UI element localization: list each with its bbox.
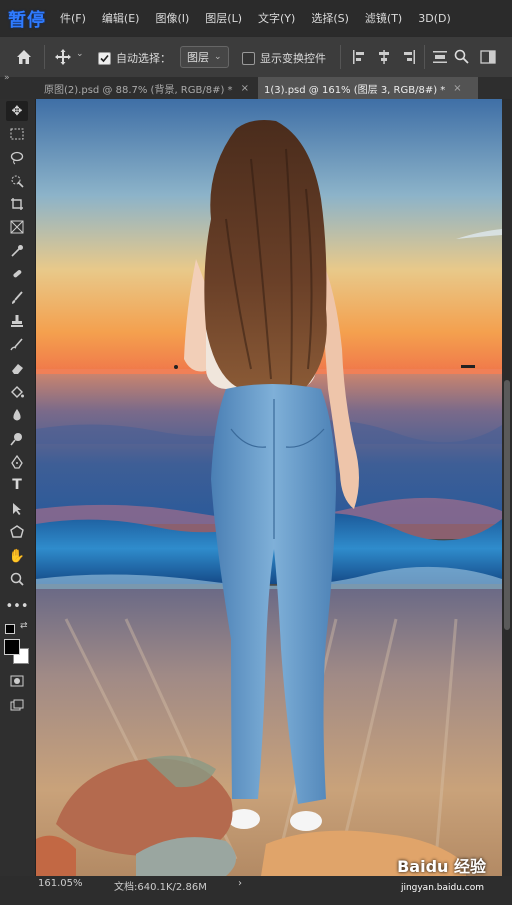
show-transform-option[interactable]: 显示变换控件 [242,50,326,66]
healing-brush-tool-icon[interactable] [6,264,28,284]
photo-image [36,99,502,876]
eraser-tool-icon[interactable] [6,358,28,378]
tab-document-original[interactable]: 原图(2).psd @ 88.7% (背景, RGB/8#) * × [38,77,262,99]
options-bar: ⌄ 自动选择： 图层 ⌄ 显示变换控件 [0,36,512,78]
layer-select-dropdown[interactable]: 图层 ⌄ [180,46,229,68]
home-icon[interactable] [14,47,34,67]
menu-filter[interactable]: 滤镜(T) [357,10,410,26]
menu-layer[interactable]: 图层(L) [197,10,250,26]
menu-3d[interactable]: 3D(D) [410,12,459,25]
more-tools-icon[interactable]: ••• [6,596,29,616]
chevron-down-icon: ⌄ [214,52,222,62]
tools-panel: ✥ T ✋ ••• ⇄ [0,99,36,889]
document-tab-bar: » 原图(2).psd @ 88.7% (背景, RGB/8#) * × 1(3)… [0,73,512,99]
hand-tool-icon[interactable]: ✋ [6,546,28,566]
options-separator [424,45,425,69]
panel-collapse-icon[interactable]: » [4,73,10,83]
align-center-icon[interactable] [377,49,391,65]
menu-image[interactable]: 图像(I) [147,10,197,26]
brush-tool-icon[interactable] [6,288,28,308]
tab-document-active[interactable]: 1(3).psd @ 161% (图层 3, RGB/8#) * × [258,77,478,99]
options-separator [44,45,45,69]
workspace-icon[interactable] [480,49,496,65]
chevron-down-icon[interactable]: ⌄ [76,49,84,59]
menu-edit[interactable]: 编辑(E) [94,10,148,26]
zoom-level[interactable]: 161.05% [38,878,83,889]
layer-select-value: 图层 [187,51,209,64]
history-brush-tool-icon[interactable] [6,335,28,355]
dodge-tool-icon[interactable] [6,429,28,449]
status-menu-arrow[interactable]: › [238,878,242,889]
move-tool-icon[interactable]: ✥ [6,101,28,121]
auto-select-option[interactable]: 自动选择： [98,50,171,66]
document-canvas[interactable] [36,99,502,876]
tab-label: 1(3).psd @ 161% (图层 3, RGB/8#) * [264,84,446,96]
screen-mode-icon[interactable] [6,695,28,715]
default-colors-icon[interactable] [5,624,15,634]
check-icon [100,54,109,62]
menu-select[interactable]: 选择(S) [303,10,357,26]
options-separator [340,45,341,69]
menu-type[interactable]: 文字(Y) [250,10,303,26]
menu-file[interactable]: 件(F) [52,10,94,26]
menu-bar: 件(F) 编辑(E) 图像(I) 图层(L) 文字(Y) 选择(S) 滤镜(T)… [0,0,512,36]
search-icon[interactable] [454,49,469,64]
baidu-watermark: Baidu 经验 [397,857,486,876]
distribute-icon[interactable] [432,49,448,65]
type-tool-icon[interactable]: T [6,475,28,495]
crop-tool-icon[interactable] [6,194,28,214]
quick-select-tool-icon[interactable] [6,171,28,191]
swap-colors-icon[interactable]: ⇄ [20,621,28,631]
eyedropper-tool-icon[interactable] [6,241,28,261]
close-icon[interactable]: × [241,83,249,94]
baidu-watermark-url: jingyan.baidu.com [400,883,484,893]
paint-bucket-tool-icon[interactable] [6,382,28,402]
foreground-color-swatch[interactable] [4,639,20,655]
lasso-tool-icon[interactable] [6,148,28,168]
blur-tool-icon[interactable] [6,405,28,425]
auto-select-checkbox[interactable] [98,51,111,65]
menu-items: 件(F) 编辑(E) 图像(I) 图层(L) 文字(Y) 选择(S) 滤镜(T)… [52,0,459,36]
show-transform-label: 显示变换控件 [260,52,326,65]
move-tool-icon[interactable] [54,48,72,66]
marquee-tool-icon[interactable] [6,124,28,144]
align-left-icon[interactable] [352,49,366,65]
photoshop-window: 件(F) 编辑(E) 图像(I) 图层(L) 文字(Y) 选择(S) 滤镜(T)… [0,0,512,905]
pen-tool-icon[interactable] [6,452,28,472]
path-selection-tool-icon[interactable] [6,499,28,519]
quick-mask-icon[interactable] [6,671,28,691]
tab-label: 原图(2).psd @ 88.7% (背景, RGB/8#) * [44,84,233,96]
align-right-icon[interactable] [402,49,416,65]
auto-select-label: 自动选择： [116,52,171,65]
close-icon[interactable]: × [453,83,461,94]
frame-tool-icon[interactable] [6,217,28,237]
pause-overlay-label: 暂停 [8,10,46,31]
shape-tool-icon[interactable] [6,522,28,542]
document-size: 文档:640.1K/2.86M [114,882,207,893]
clone-stamp-tool-icon[interactable] [6,311,28,331]
show-transform-checkbox[interactable] [242,51,255,65]
zoom-tool-icon[interactable] [6,569,28,589]
scrollbar-thumb[interactable] [504,380,510,630]
